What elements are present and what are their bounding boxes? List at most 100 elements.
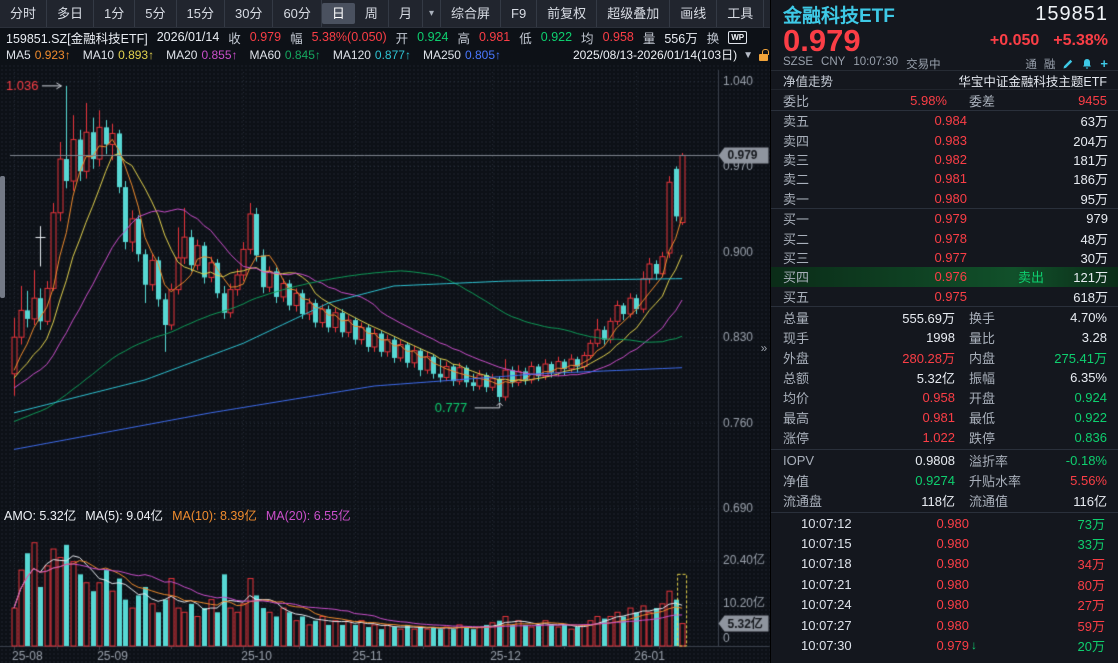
stat-row: 现手1998量比3.28 [771,328,1118,348]
tick-row: 10:07:120.98073万 [771,513,1118,533]
tab-60min[interactable]: 60分 [273,0,321,27]
turnover-label: 换 [707,28,720,46]
margin-tag: 融 [1044,56,1056,72]
draw-line-button[interactable]: 画线 [670,0,717,27]
high-label: 高 [457,28,470,46]
tab-30min[interactable]: 30分 [225,0,273,27]
buy-order-row[interactable]: 买三0.97730万 [771,248,1118,267]
fund-full-name: 华宝中证金融科技主题ETF [958,71,1107,90]
sell-order-row[interactable]: 卖一0.98095万 [771,189,1118,208]
date-range-caret-icon[interactable]: ▼ [743,50,753,61]
composite-screen-button[interactable]: 综合屏 [441,0,501,27]
close-value: 0.979 [250,30,281,44]
buy-order-book: 买一0.979979 买二0.97848万 买三0.97730万 买四0.976… [771,209,1118,307]
tab-multi-day[interactable]: 多日 [47,0,94,27]
tools-button[interactable]: 工具 [717,0,764,27]
tick-row: 10:07:240.98027万 [771,594,1118,614]
add-to-watchlist-icon[interactable]: + [1100,56,1108,71]
forward-adjust-button[interactable]: 前复权 [537,0,597,27]
range-value: 5.38%(0.050) [312,30,387,44]
last-price: 0.979 [783,26,861,56]
date-range-selector[interactable]: 2025/08/13-2026/01/14(103日) [573,46,737,65]
amo-ma10: MA(10): 8.39亿 [172,505,257,524]
currency-label: CNY [821,56,845,72]
weibi-value: 5.98% [841,93,947,108]
ma5-item: MA50.923↑ [6,48,71,62]
avg-value: 0.958 [603,30,634,44]
high-value: 0.981 [479,30,510,44]
open-label: 开 [396,28,409,46]
tab-timeshare[interactable]: 分时 [0,0,47,27]
stat-row: 总额5.32亿振幅6.35% [771,368,1118,388]
chart-area: AMO: 5.32亿 MA(5): 9.04亿 MA(10): 8.39亿 MA… [0,64,770,663]
iopv-row: IOPV0.9808溢折率-0.18% [771,451,1118,471]
quote-time: 10:07:30 [853,56,898,72]
amo-ma20: MA(20): 6.55亿 [266,505,351,524]
wencai-wp-icon[interactable]: WP [728,31,747,44]
ma10-item: MA100.893↑ [83,48,154,62]
order-imbalance-row: 委比 5.98% 委差 9455 [771,90,1118,111]
tick-row: 10:07:210.98080万 [771,574,1118,594]
left-edge-scrollbar[interactable] [0,176,5,298]
stat-row: 均价0.958开盘0.924 [771,388,1118,408]
tick-row: 10:07:180.98034万 [771,554,1118,574]
market-stats-section: 总量555.69万换手4.70% 现手1998量比3.28 外盘280.28万内… [771,307,1118,450]
amo-ma5: MA(5): 9.04亿 [85,505,163,524]
tab-day[interactable]: 日 [322,3,355,24]
ma-indicator-bar: MA50.923↑ MA100.893↑ MA200.855↑ MA600.84… [0,46,772,64]
buy-order-row[interactable]: 买二0.97848万 [771,228,1118,247]
up-arrow-icon: ↑ [65,48,71,62]
avg-label: 均 [581,28,594,46]
iopv-row: 净值0.9274升贴水率5.56% [771,471,1118,491]
super-overlay-button[interactable]: 超级叠加 [597,0,670,27]
f9-button[interactable]: F9 [501,0,537,27]
stat-row: 涨停1.022跌停0.836 [771,428,1118,448]
time-and-sales-list: 10:07:120.98073万 10:07:150.98033万 10:07:… [771,513,1118,656]
ma250-item: MA2500.805↑ [423,48,501,62]
buy-order-row-highlighted[interactable]: 买四0.976卖出121万 [771,267,1118,286]
lock-icon[interactable] [759,54,768,61]
stat-row: 最高0.981最低0.922 [771,408,1118,428]
sell-order-row[interactable]: 卖二0.981186万 [771,169,1118,188]
symbol-label: 159851.SZ[金融科技ETF] [6,28,148,46]
alert-bell-icon[interactable] [1081,58,1093,70]
buy-order-row[interactable]: 买一0.979979 [771,209,1118,228]
tab-15min[interactable]: 15分 [177,0,225,27]
panel-collapse-button[interactable]: » [757,339,771,357]
amo-indicator-bar: AMO: 5.32亿 MA(5): 9.04亿 MA(10): 8.39亿 MA… [4,505,351,523]
tab-month[interactable]: 月 [389,0,423,27]
exchange-label: SZSE [783,56,813,72]
fund-info-row[interactable]: 净值走势 华宝中证金融科技主题ETF [771,71,1118,90]
iopv-section: IOPV0.9808溢折率-0.18% 净值0.9274升贴水率5.56% 流通… [771,450,1118,513]
sell-order-book: 卖五0.98463万 卖四0.983204万 卖三0.982181万 卖二0.9… [771,111,1118,209]
nav-trend-label[interactable]: 净值走势 [783,71,833,90]
weicha-label: 委差 [969,91,1039,110]
period-dropdown-caret-icon[interactable]: ▾ [423,0,441,27]
weicha-value: 9455 [1039,93,1107,108]
tick-row: 10:07:150.98033万 [771,533,1118,553]
price-change-pct: +5.38% [1053,32,1108,50]
edit-pencil-icon[interactable] [1062,58,1074,70]
volume-value: 556万 [664,28,697,46]
price-change: +0.050 [990,32,1039,50]
sell-order-row[interactable]: 卖五0.98463万 [771,111,1118,130]
low-value: 0.922 [541,30,572,44]
stat-row: 总量555.69万换手4.70% [771,308,1118,328]
tab-5min[interactable]: 5分 [135,0,176,27]
weibi-label: 委比 [783,91,841,110]
buy-order-row[interactable]: 买五0.975618万 [771,287,1118,306]
up-arrow-icon: ↑ [148,48,154,62]
sell-order-row[interactable]: 卖四0.983204万 [771,130,1118,149]
sell-order-row[interactable]: 卖三0.982181万 [771,150,1118,169]
tab-week[interactable]: 周 [355,0,389,27]
tab-1min[interactable]: 1分 [94,0,135,27]
tick-row: 10:07:270.98059万 [771,615,1118,635]
candlestick-chart-canvas[interactable] [0,64,770,663]
quote-info-bar: 159851.SZ[金融科技ETF] 2026/01/14 收 0.979 幅 … [0,28,768,46]
low-label: 低 [519,28,532,46]
stat-row: 外盘280.28万内盘275.41万 [771,348,1118,368]
shenzhen-connect-tag: 通 [1025,56,1037,72]
sell-execution-tag: 卖出 [1018,267,1044,286]
ma120-item: MA1200.877↑ [333,48,411,62]
ma20-item: MA200.855↑ [166,48,237,62]
